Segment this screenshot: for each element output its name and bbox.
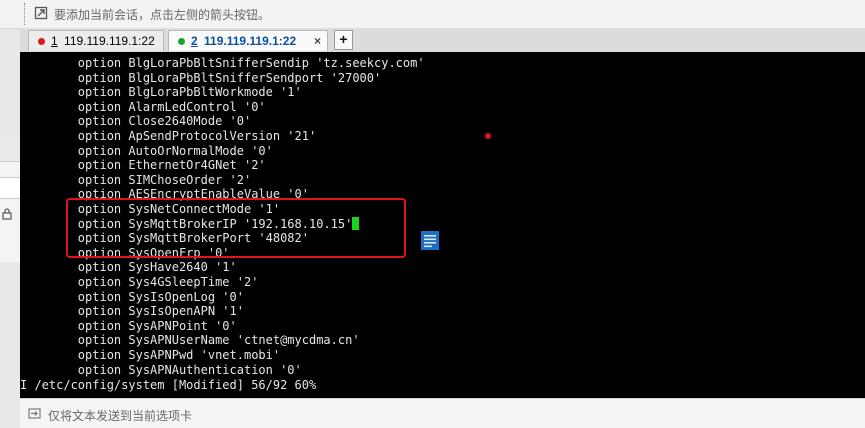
- annotation-highlight-box: [66, 198, 406, 258]
- side-panel-field[interactable]: [0, 177, 20, 199]
- tab-title: 119.119.119.1:22: [204, 34, 297, 48]
- side-panel-edge[interactable]: [0, 135, 21, 262]
- terminal-line: option SIMChoseOrder '2': [20, 172, 252, 187]
- connection-status-dot: [38, 38, 45, 45]
- terminal-line: option Close2640Mode '0': [20, 114, 252, 129]
- tab-session-2[interactable]: 2 119.119.119.1:22 ×: [168, 30, 328, 51]
- tab-session-1[interactable]: 1 119.119.119.1:22: [28, 30, 164, 51]
- toolbar-grip[interactable]: [24, 3, 25, 25]
- lock-icon: [2, 208, 12, 220]
- terminal-line: option Sys4GSleepTime '2': [20, 275, 259, 289]
- session-tab-bar: 1 119.119.119.1:22 2 119.119.119.1:22 × …: [20, 28, 865, 53]
- terminal-line: option SysAPNUserName 'ctnet@mycdma.cn': [20, 333, 360, 348]
- terminal-output[interactable]: option BlgLoraPbBltSnifferSendip 'tz.see…: [20, 52, 865, 398]
- terminal-line: option SysIsOpenLog '0': [20, 289, 244, 304]
- hint-text: 要添加当前会话，点击左侧的箭头按钮。: [54, 8, 271, 22]
- terminal-line: option SysAPNPwd 'vnet.mobi': [20, 348, 281, 362]
- editor-status-line: I /etc/config/system [Modified] 56/92 60…: [20, 378, 317, 392]
- connection-status-dot: [178, 38, 185, 45]
- terminal-line: option AutoOrNormalMode '0': [20, 143, 273, 158]
- terminal-line: option BlgLoraPbBltSnifferSendip 'tz.see…: [20, 56, 425, 70]
- session-hint-bar: 要添加当前会话，点击左侧的箭头按钮。: [0, 0, 865, 29]
- add-session-arrow-icon[interactable]: [34, 6, 48, 20]
- close-tab-icon[interactable]: ×: [314, 31, 321, 51]
- tab-title: 119.119.119.1:22: [64, 34, 155, 48]
- send-target-label: 仅将文本发送到当前选项卡: [48, 409, 193, 423]
- tab-number: 1: [51, 34, 58, 48]
- terminal-line: option BlgLoraPbBltWorkmode '1': [20, 85, 302, 100]
- terminal-line: option BlgLoraPbBltSnifferSendport '2700…: [20, 70, 382, 85]
- terminal-line: option ApSendProtocolVersion '21': [20, 129, 317, 143]
- terminal-line: option EthernetOr4GNet '2': [20, 158, 266, 173]
- new-tab-button[interactable]: +: [334, 30, 353, 50]
- terminal-line: option SysAPNPoint '0': [20, 318, 237, 333]
- send-text-bar[interactable]: 仅将文本发送到当前选项卡: [20, 398, 865, 428]
- tab-number: 2: [191, 34, 198, 48]
- terminal-line: option AlarmLedControl '0': [20, 99, 266, 114]
- send-to-tab-icon[interactable]: [28, 407, 42, 420]
- terminal-line: option SysHave2640 '1': [20, 260, 237, 275]
- terminal-line: option SysIsOpenAPN '1': [20, 304, 244, 319]
- annotation-red-dot: [485, 133, 491, 139]
- side-panel-header: [0, 135, 20, 162]
- terminal-line: option SysAPNAuthentication '0': [20, 362, 302, 377]
- document-icon[interactable]: [421, 231, 439, 250]
